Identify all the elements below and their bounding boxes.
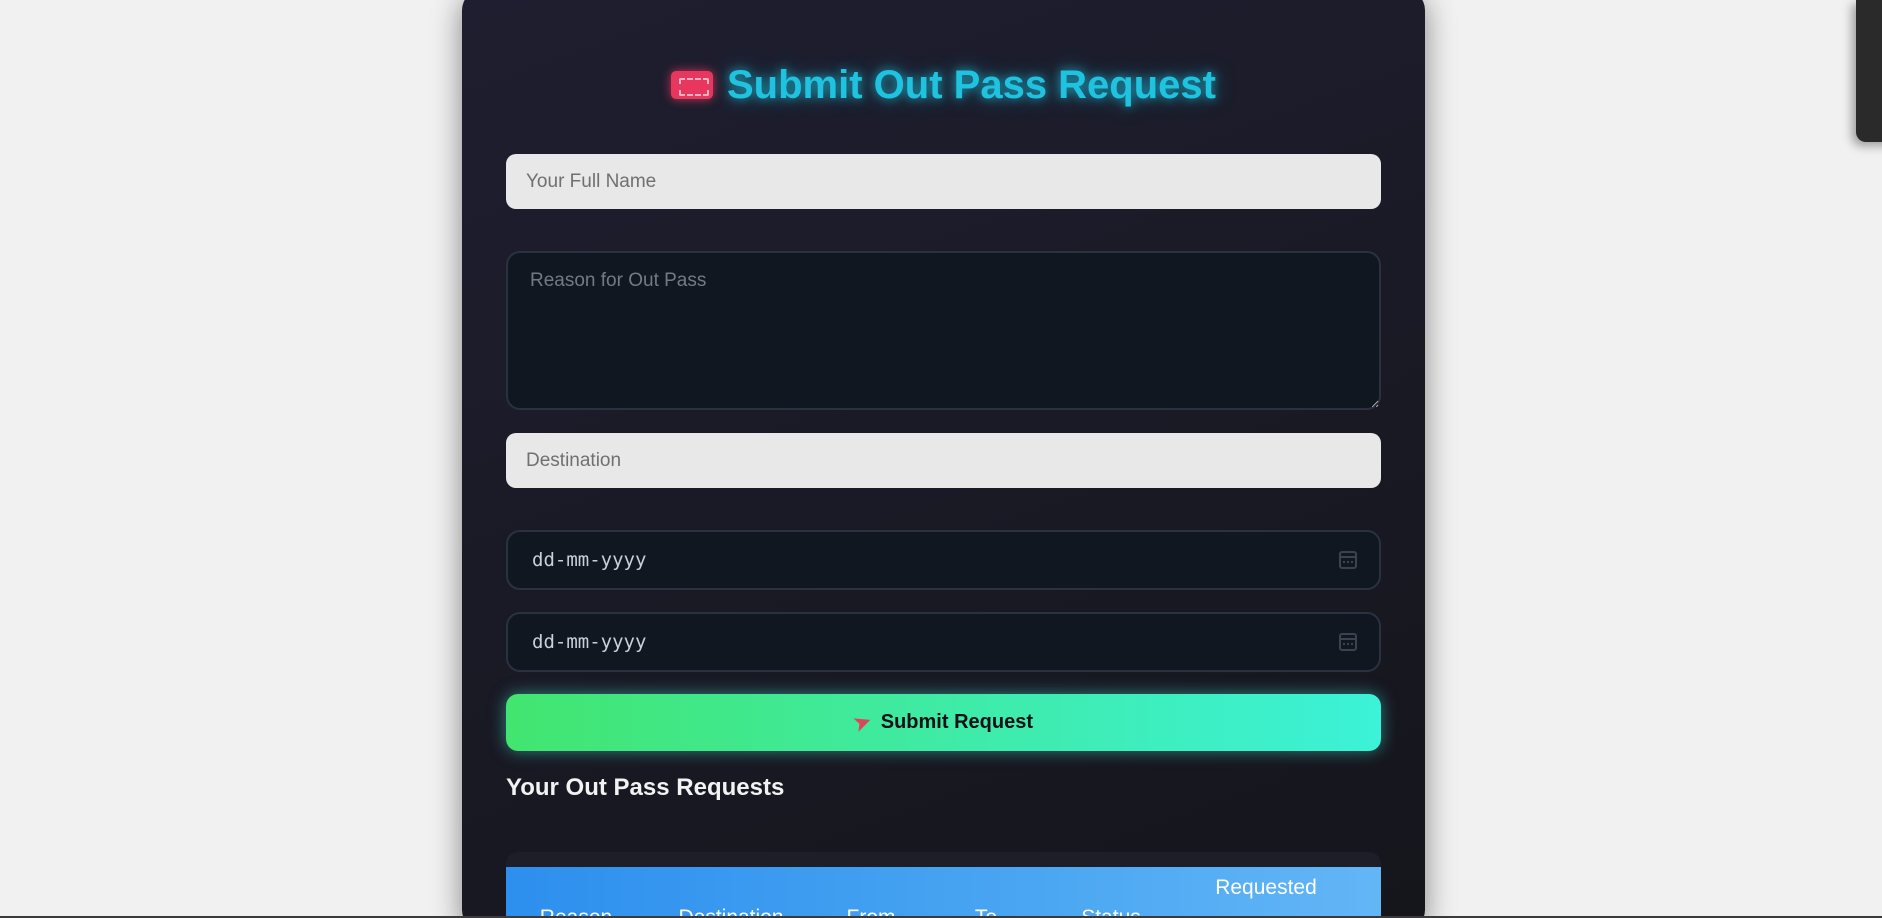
page: Submit Out Pass Request dd-mm-yyyy dd-mm…: [0, 0, 1882, 918]
requests-table: Reason Destination From To Status Reques…: [506, 852, 1381, 918]
reason-textarea[interactable]: [506, 251, 1381, 410]
page-title: Submit Out Pass Request: [462, 60, 1425, 110]
page-title-text: Submit Out Pass Request: [727, 62, 1216, 107]
full-name-input[interactable]: [506, 154, 1381, 209]
requests-table-header: Reason Destination From To Status Reques…: [506, 867, 1381, 918]
requests-section-title: Your Out Pass Requests: [506, 774, 785, 801]
submit-request-button[interactable]: ➤ Submit Request: [506, 694, 1381, 751]
column-header-requested: Requested: [1215, 876, 1317, 899]
ticket-icon: [671, 71, 713, 99]
rocket-icon: ➤: [850, 709, 875, 737]
destination-input[interactable]: [506, 433, 1381, 488]
out-pass-card: Submit Out Pass Request dd-mm-yyyy dd-mm…: [462, 0, 1425, 918]
calendar-icon[interactable]: [1339, 551, 1357, 569]
from-date-input[interactable]: dd-mm-yyyy: [506, 530, 1381, 590]
to-date-placeholder: dd-mm-yyyy: [532, 631, 647, 653]
calendar-icon[interactable]: [1339, 633, 1357, 651]
to-date-input[interactable]: dd-mm-yyyy: [506, 612, 1381, 672]
side-panel-edge: [1856, 0, 1882, 142]
from-date-placeholder: dd-mm-yyyy: [532, 549, 647, 571]
submit-request-label: Submit Request: [880, 711, 1033, 733]
